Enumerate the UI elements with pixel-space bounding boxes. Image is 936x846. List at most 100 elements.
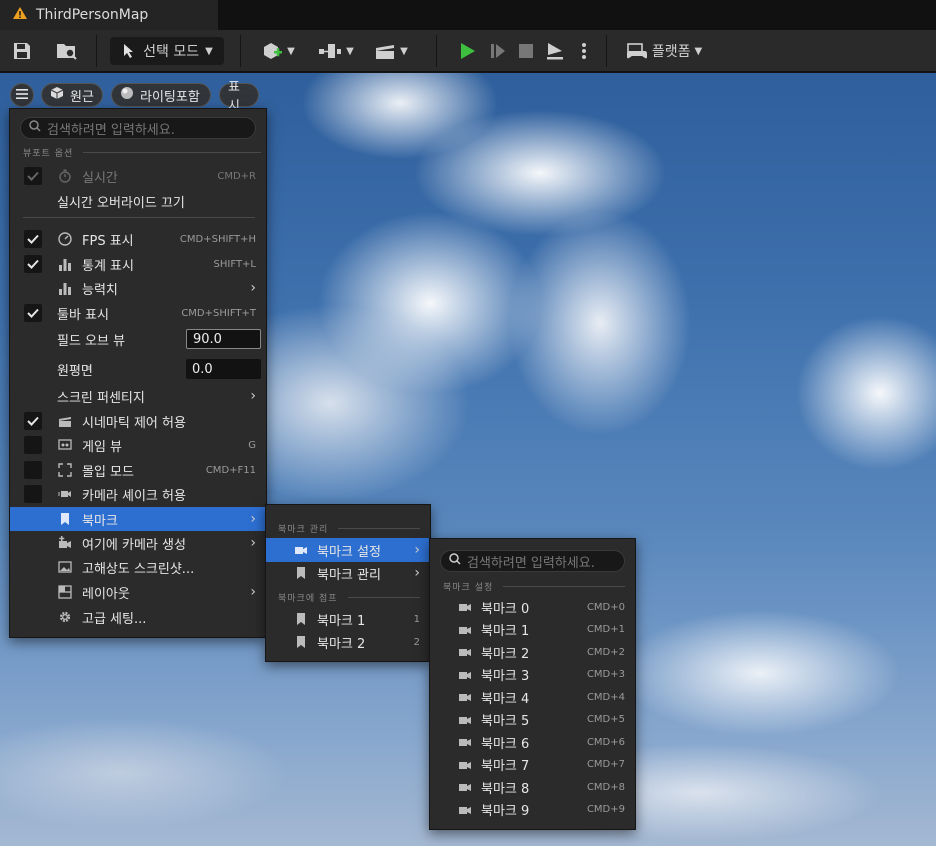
menu-item-set-bookmark-5[interactable]: 북마크 5 CMD+5 <box>430 708 635 732</box>
menu-item-set-bookmark-2[interactable]: 북마크 2 CMD+2 <box>430 640 635 664</box>
menu-item-label: 북마크 9 <box>481 804 530 819</box>
menu-item-create-camera-here[interactable]: 여기에 카메라 생성 › <box>10 531 266 555</box>
section-line <box>338 528 421 529</box>
submenu-search-input[interactable]: 검색하려면 입력하세요. <box>440 550 625 572</box>
unreal-warning-icon <box>12 6 28 24</box>
shortcut-label: CMD+7 <box>586 759 625 770</box>
menu-item-allow-camera-shake[interactable]: 카메라 셰이크 허용 <box>10 482 266 506</box>
fov-input[interactable]: 90.0 <box>186 329 261 349</box>
shortcut-label: CMD+F11 <box>205 464 256 476</box>
checkbox[interactable] <box>24 461 42 479</box>
menu-item-set-bookmark-8[interactable]: 북마크 8 CMD+8 <box>430 775 635 799</box>
menu-item-allow-cinematic-control[interactable]: 시네마틱 제어 허용 <box>10 409 266 433</box>
perspective-cube-icon <box>50 86 64 104</box>
menu-item-set-bookmark-6[interactable]: 북마크 6 CMD+6 <box>430 730 635 754</box>
menu-item-stat[interactable]: 능력치 › <box>10 276 266 300</box>
menu-item-set-bookmark-9[interactable]: 북마크 9 CMD+9 <box>430 798 635 822</box>
menu-item-realtime[interactable]: 실시간 CMD+R <box>10 164 266 188</box>
eject-icon[interactable] <box>542 37 568 65</box>
bookmark-icon <box>294 635 308 649</box>
shortcut-label: CMD+2 <box>586 646 625 658</box>
checkbox[interactable] <box>24 485 42 503</box>
menu-item-set-bookmark-0[interactable]: 북마크 0 CMD+0 <box>430 595 635 619</box>
menu-item-set-bookmark[interactable]: 북마크 설정 › <box>266 538 430 562</box>
menu-item-set-bookmark-3[interactable]: 북마크 3 CMD+3 <box>430 663 635 687</box>
bar-chart-icon <box>58 281 72 295</box>
step-forward-icon[interactable] <box>486 37 510 65</box>
blueprint-dropdown[interactable]: ▼ <box>314 37 358 65</box>
shortcut-label: CMD+R <box>217 170 256 182</box>
menu-item-advanced-settings[interactable]: 고급 세팅... <box>10 605 266 629</box>
content-browser-icon[interactable] <box>54 37 80 65</box>
more-options-icon[interactable] <box>574 37 594 65</box>
menu-item-field-of-view: 필드 오브 뷰 90.0 <box>10 327 266 351</box>
menu-item-show-fps[interactable]: FPS 표시 CMD+SHIFT+H <box>10 227 266 251</box>
search-placeholder: 검색하려면 입력하세요. <box>467 555 595 571</box>
menu-item-label: 원평면 <box>57 363 93 379</box>
menu-search-input[interactable]: 검색하려면 입력하세요. <box>20 117 256 139</box>
chevron-right-icon: › <box>250 535 256 551</box>
add-actor-dropdown[interactable]: ▼ <box>258 37 298 65</box>
menu-item-layout[interactable]: 레이아웃 › <box>10 580 266 604</box>
shortcut-label: CMD+4 <box>586 691 625 703</box>
section-line <box>83 152 262 153</box>
level-tab[interactable]: ThirdPersonMap <box>0 0 218 30</box>
menu-item-high-res-screenshot[interactable]: 고해상도 스크린샷... <box>10 555 266 579</box>
play-button[interactable] <box>454 37 480 65</box>
shortcut-label: 2 <box>413 636 420 648</box>
menu-item-manage-bookmarks[interactable]: 북마크 관리 › <box>266 561 430 585</box>
shortcut-label: CMD+6 <box>586 736 625 748</box>
menu-item-show-toolbar[interactable]: 툴바 표시 CMD+SHIFT+T <box>10 301 266 325</box>
save-icon[interactable] <box>10 37 34 65</box>
section-header: 북마크 관리 <box>278 522 421 535</box>
bar-chart-icon <box>58 257 72 271</box>
layout-icon <box>58 585 72 599</box>
viewport-menu-button[interactable] <box>10 83 34 107</box>
checkbox[interactable] <box>24 436 42 454</box>
camera-icon <box>294 543 308 557</box>
shortcut-label: CMD+8 <box>586 781 625 793</box>
shortcut-label: CMD+0 <box>586 601 625 613</box>
shortcut-label: CMD+3 <box>586 669 625 680</box>
cinematics-dropdown[interactable]: ▼ <box>370 37 412 65</box>
checkbox[interactable] <box>24 230 42 248</box>
menu-item-game-view[interactable]: 게임 뷰 G <box>10 433 266 457</box>
menu-item-label: 게임 뷰 <box>82 439 123 455</box>
menu-item-label: 시네마틱 제어 허용 <box>82 415 186 431</box>
menu-item-label: 필드 오브 뷰 <box>57 333 126 349</box>
near-plane-input[interactable]: 0.0 <box>186 359 261 379</box>
checkbox[interactable] <box>24 255 42 273</box>
menu-item-label: 스크린 퍼센티지 <box>57 390 145 406</box>
menu-item-label: 북마크 6 <box>481 736 530 752</box>
menu-item-label: 북마크 3 <box>481 669 530 684</box>
stop-icon[interactable] <box>514 37 538 65</box>
menu-item-realtime-override-off[interactable]: 실시간 오버라이드 끄기 <box>10 189 266 213</box>
menu-item-label: 북마크 1 <box>317 613 366 629</box>
menu-item-label: 고해상도 스크린샷... <box>82 561 195 577</box>
perspective-button[interactable]: 원근 <box>41 83 103 107</box>
lighting-mode-button[interactable]: 라이팅포함 <box>111 83 211 107</box>
menu-item-set-bookmark-7[interactable]: 북마크 7 CMD+7 <box>430 753 635 777</box>
menu-item-show-stats[interactable]: 통계 표시 SHIFT+L <box>10 252 266 276</box>
menu-item-label: 능력치 <box>82 282 118 298</box>
select-mode-dropdown[interactable]: 선택 모드 ▼ <box>110 37 224 65</box>
level-viewport[interactable]: 원근 라이팅포함 표시 검색하려면 입력하세요. 뷰포트 옵션 실시간 CMD+… <box>0 73 936 846</box>
menu-item-set-bookmark-4[interactable]: 북마크 4 CMD+4 <box>430 685 635 709</box>
shortcut-label: CMD+SHIFT+T <box>181 307 256 319</box>
checkbox[interactable] <box>24 304 42 322</box>
chevron-down-icon: ▼ <box>346 45 354 57</box>
menu-item-jump-bookmark-2[interactable]: 북마크 2 2 <box>266 630 430 654</box>
menu-item-bookmarks[interactable]: 북마크 › <box>10 507 266 531</box>
add-camera-icon <box>58 536 72 550</box>
checkbox[interactable] <box>24 167 42 185</box>
platform-dropdown[interactable]: 플랫폼 ▼ <box>622 37 706 65</box>
menu-item-screen-percentage[interactable]: 스크린 퍼센티지 › <box>10 384 266 408</box>
menu-item-immersive-mode[interactable]: 몰입 모드 CMD+F11 <box>10 458 266 482</box>
menu-item-set-bookmark-1[interactable]: 북마크 1 CMD+1 <box>430 618 635 642</box>
checkbox[interactable] <box>24 412 42 430</box>
camera-icon <box>458 758 472 772</box>
menu-item-near-plane: 원평면 0.0 <box>10 357 266 381</box>
show-button[interactable]: 표시 <box>219 80 259 114</box>
menu-item-jump-bookmark-1[interactable]: 북마크 1 1 <box>266 607 430 631</box>
section-line <box>503 586 626 587</box>
